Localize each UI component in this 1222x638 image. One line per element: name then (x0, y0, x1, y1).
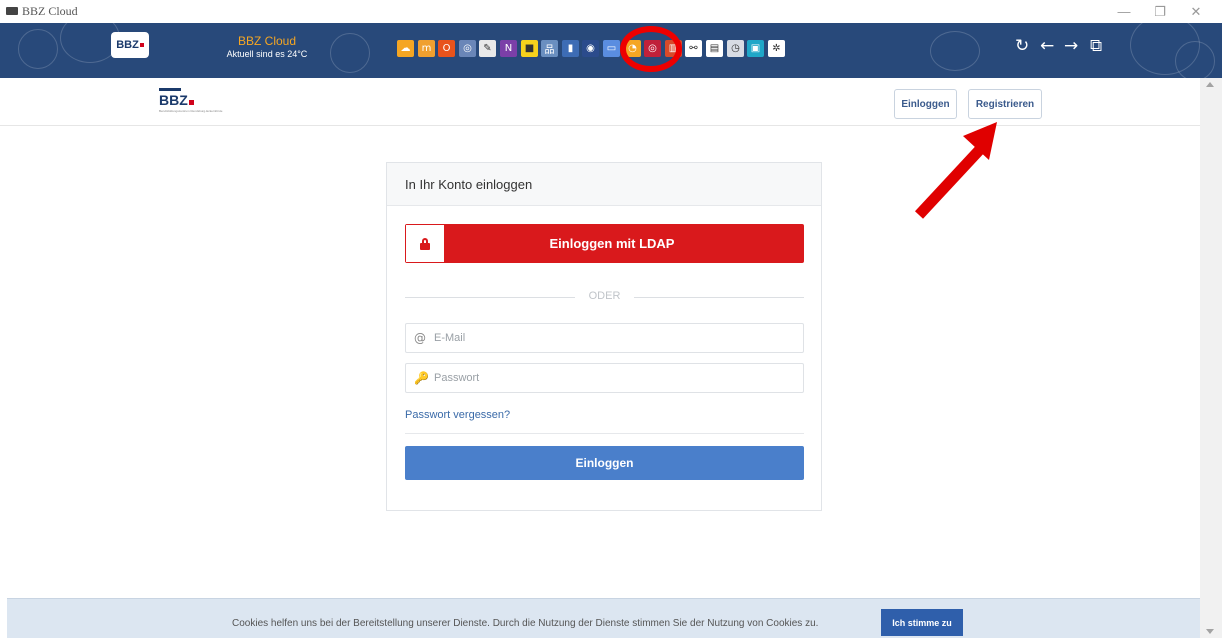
login-panel: In Ihr Konto einloggen Einloggen mit LDA… (386, 162, 822, 511)
reader-app-icon[interactable]: ▤ (706, 40, 723, 57)
email-field[interactable]: @ (405, 323, 804, 353)
ldap-login-button[interactable]: Einloggen mit LDAP (405, 224, 804, 263)
settings-app-icon[interactable]: ✲ (768, 40, 785, 57)
panel-separator (405, 433, 804, 434)
notes-app-icon[interactable]: ■ (521, 40, 538, 57)
at-sign-icon: @ (414, 331, 426, 345)
page-header: BBZ Berufsbildungszentrum Rendsburg-Ecke… (0, 78, 1200, 126)
cookie-accept-button[interactable]: Ich stimme zu (881, 609, 963, 636)
back-arrow-icon[interactable]: ← (1040, 36, 1054, 56)
doodle-shape (930, 31, 980, 71)
reload-icon[interactable]: ↻ (1015, 36, 1029, 56)
bookshelf-app-icon[interactable]: ▥ (665, 40, 682, 57)
red-arrow-annotation (914, 122, 997, 219)
onenote-app-icon[interactable]: N (500, 40, 517, 57)
office-app-icon[interactable]: O (438, 40, 455, 57)
sitemap-app-icon[interactable]: 品 (541, 40, 558, 57)
paperclip-app-icon[interactable]: ✎ (479, 40, 496, 57)
window-titlebar: BBZ Cloud — ❐ ✕ (0, 0, 1222, 23)
key-icon: 🔑 (414, 371, 429, 385)
toolbar-brand: BBZ Cloud Aktuell sind es 24°C (222, 34, 312, 59)
login-submit-button[interactable]: Einloggen (405, 446, 804, 480)
lock-icon-box (406, 225, 444, 262)
cookie-consent-bar: Cookies helfen uns bei der Bereitstellun… (7, 598, 1200, 638)
doodle-shape (330, 33, 370, 73)
ldap-login-label: Einloggen mit LDAP (549, 236, 675, 251)
forward-arrow-icon[interactable]: → (1064, 36, 1078, 56)
moodle-app-icon[interactable]: m (418, 40, 435, 57)
close-button[interactable]: ✕ (1178, 0, 1214, 23)
webuntis-app-icon[interactable]: ◉ (582, 40, 599, 57)
or-divider: ODER (405, 290, 804, 304)
cookie-consent-text: Cookies helfen uns bei der Bereitstellun… (232, 618, 819, 629)
page-logo-subtext: Berufsbildungszentrum Rendsburg-Eckernfö… (159, 109, 223, 113)
app-window-icon (6, 7, 18, 15)
scroll-up-icon[interactable] (1206, 82, 1214, 87)
password-input[interactable] (434, 372, 803, 384)
timer-app-icon[interactable]: ◷ (727, 40, 744, 57)
toolbar-logo[interactable]: BBZ (111, 32, 149, 58)
vertical-scrollbar[interactable] (1200, 78, 1222, 638)
target-app-icon[interactable]: ◎ (644, 40, 661, 57)
app-toolbar: BBZ BBZ Cloud Aktuell sind es 24°C ☁ m O ◎ ✎… (0, 23, 1222, 78)
header-login-button[interactable]: Einloggen (894, 89, 957, 119)
clock-app-icon[interactable]: ◔ (624, 40, 641, 57)
weather-text: Aktuell sind es 24°C (226, 49, 308, 59)
login-panel-title: In Ihr Konto einloggen (405, 177, 533, 192)
doodle-shape (1175, 41, 1215, 78)
document-app-icon[interactable]: ▭ (603, 40, 620, 57)
link-app-icon[interactable]: ⚯ (685, 40, 702, 57)
copy-url-icon[interactable]: ⧉ (1090, 36, 1102, 56)
shield-app-icon[interactable]: ◎ (459, 40, 476, 57)
book-app-icon[interactable]: ▮ (562, 40, 579, 57)
forgot-password-link[interactable]: Passwort vergessen? (405, 409, 510, 421)
page-logo[interactable]: BBZ Berufsbildungszentrum Rendsburg-Ecke… (159, 88, 222, 113)
minimize-button[interactable]: — (1106, 0, 1142, 23)
window-title: BBZ Cloud (22, 4, 78, 18)
email-input[interactable] (434, 332, 803, 344)
password-field[interactable]: 🔑 (405, 363, 804, 393)
maximize-button[interactable]: ❐ (1142, 0, 1178, 23)
toolbar-logo-text: BBZ (116, 39, 139, 51)
or-divider-text: ODER (588, 290, 621, 302)
login-panel-header: In Ihr Konto einloggen (387, 163, 821, 206)
doodle-shape (18, 29, 58, 69)
register-button[interactable]: Registrieren (968, 89, 1042, 119)
cloud-app-icon[interactable]: ☁ (397, 40, 414, 57)
scroll-down-icon[interactable] (1206, 629, 1214, 634)
page-logo-text: BBZ (159, 92, 188, 108)
board-app-icon[interactable]: ▣ (747, 40, 764, 57)
brand-name: BBZ Cloud (237, 34, 297, 48)
lock-icon (420, 237, 430, 250)
